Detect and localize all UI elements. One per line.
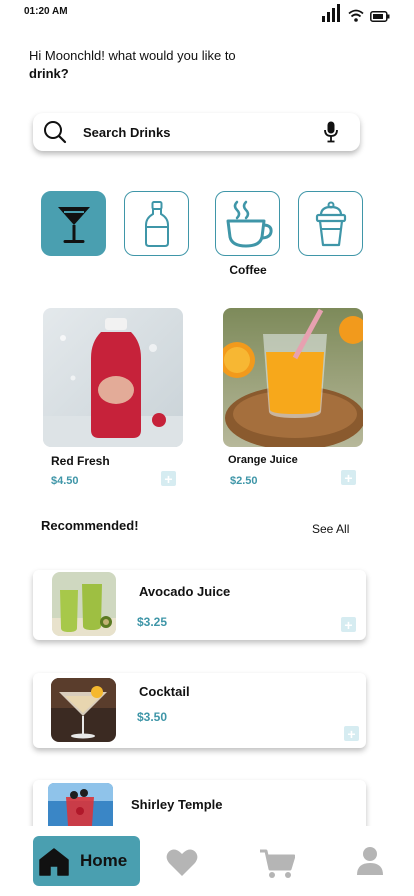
status-time: 01:20 AM — [24, 6, 68, 17]
recommended-name: Shirley Temple — [131, 797, 223, 812]
recommended-price: $3.25 — [137, 615, 168, 629]
milkshake-cup-icon — [315, 201, 346, 246]
nav-home-button[interactable]: Home — [33, 836, 140, 886]
heart-icon[interactable] — [166, 848, 198, 877]
category-coffee[interactable] — [215, 191, 280, 256]
nav-home-label: Home — [80, 851, 128, 870]
status-icons — [322, 4, 390, 22]
recommended-card-cocktail[interactable]: Cocktail $3.50 + — [33, 673, 366, 748]
recommended-price: $3.50 — [137, 710, 168, 724]
category-coffee-label: Coffee — [229, 263, 267, 277]
recommended-name: Cocktail — [139, 684, 190, 699]
recommended-card-avocado-juice[interactable]: Avocado Juice $3.25 + — [33, 570, 366, 640]
greeting-emphasis: drink? — [29, 66, 69, 81]
home-icon — [39, 848, 69, 876]
plus-icon: + — [347, 725, 356, 742]
avocado-juice-image — [52, 572, 116, 636]
product-price-red-fresh: $4.50 — [51, 475, 79, 487]
greeting-text: Hi Moonchld! what would you like to drin… — [29, 47, 249, 83]
bottom-nav: Home — [0, 826, 414, 896]
status-bar: 01:20 AM — [0, 0, 414, 28]
plus-icon: + — [344, 616, 353, 633]
cocktail-glass-icon — [57, 206, 90, 243]
cocktail-image — [51, 678, 116, 742]
add-cocktail-button[interactable]: + — [344, 726, 359, 741]
add-orange-juice-button[interactable]: + — [341, 470, 356, 485]
coffee-cup-icon — [226, 200, 273, 247]
bottle-icon — [144, 200, 169, 247]
battery-icon — [370, 11, 390, 22]
profile-icon[interactable] — [356, 846, 384, 876]
plus-icon: + — [164, 470, 173, 487]
product-name-orange-juice: Orange Juice — [228, 454, 298, 466]
product-name-red-fresh: Red Fresh — [51, 454, 110, 468]
product-image-orange-juice[interactable] — [223, 308, 363, 447]
wifi-icon — [348, 9, 364, 22]
signal-icon — [322, 4, 340, 22]
greeting-prefix: Hi Moonchld! what would you like to — [29, 48, 236, 63]
search-input[interactable]: Search Drinks — [83, 125, 170, 140]
plus-icon: + — [344, 469, 353, 486]
search-bar[interactable]: Search Drinks — [33, 113, 360, 151]
see-all-link[interactable]: See All — [312, 522, 349, 536]
add-avocado-juice-button[interactable]: + — [341, 617, 356, 632]
category-cocktail[interactable] — [41, 191, 106, 256]
product-image-red-fresh[interactable] — [43, 308, 183, 447]
recommended-name: Avocado Juice — [139, 584, 231, 599]
search-icon[interactable] — [43, 120, 67, 144]
add-red-fresh-button[interactable]: + — [161, 471, 176, 486]
category-milkshake[interactable] — [298, 191, 363, 256]
product-price-orange-juice: $2.50 — [230, 475, 258, 487]
microphone-icon[interactable] — [324, 121, 338, 143]
cart-icon[interactable] — [259, 849, 295, 879]
category-bottle[interactable] — [124, 191, 189, 256]
recommended-title: Recommended! — [41, 518, 139, 533]
